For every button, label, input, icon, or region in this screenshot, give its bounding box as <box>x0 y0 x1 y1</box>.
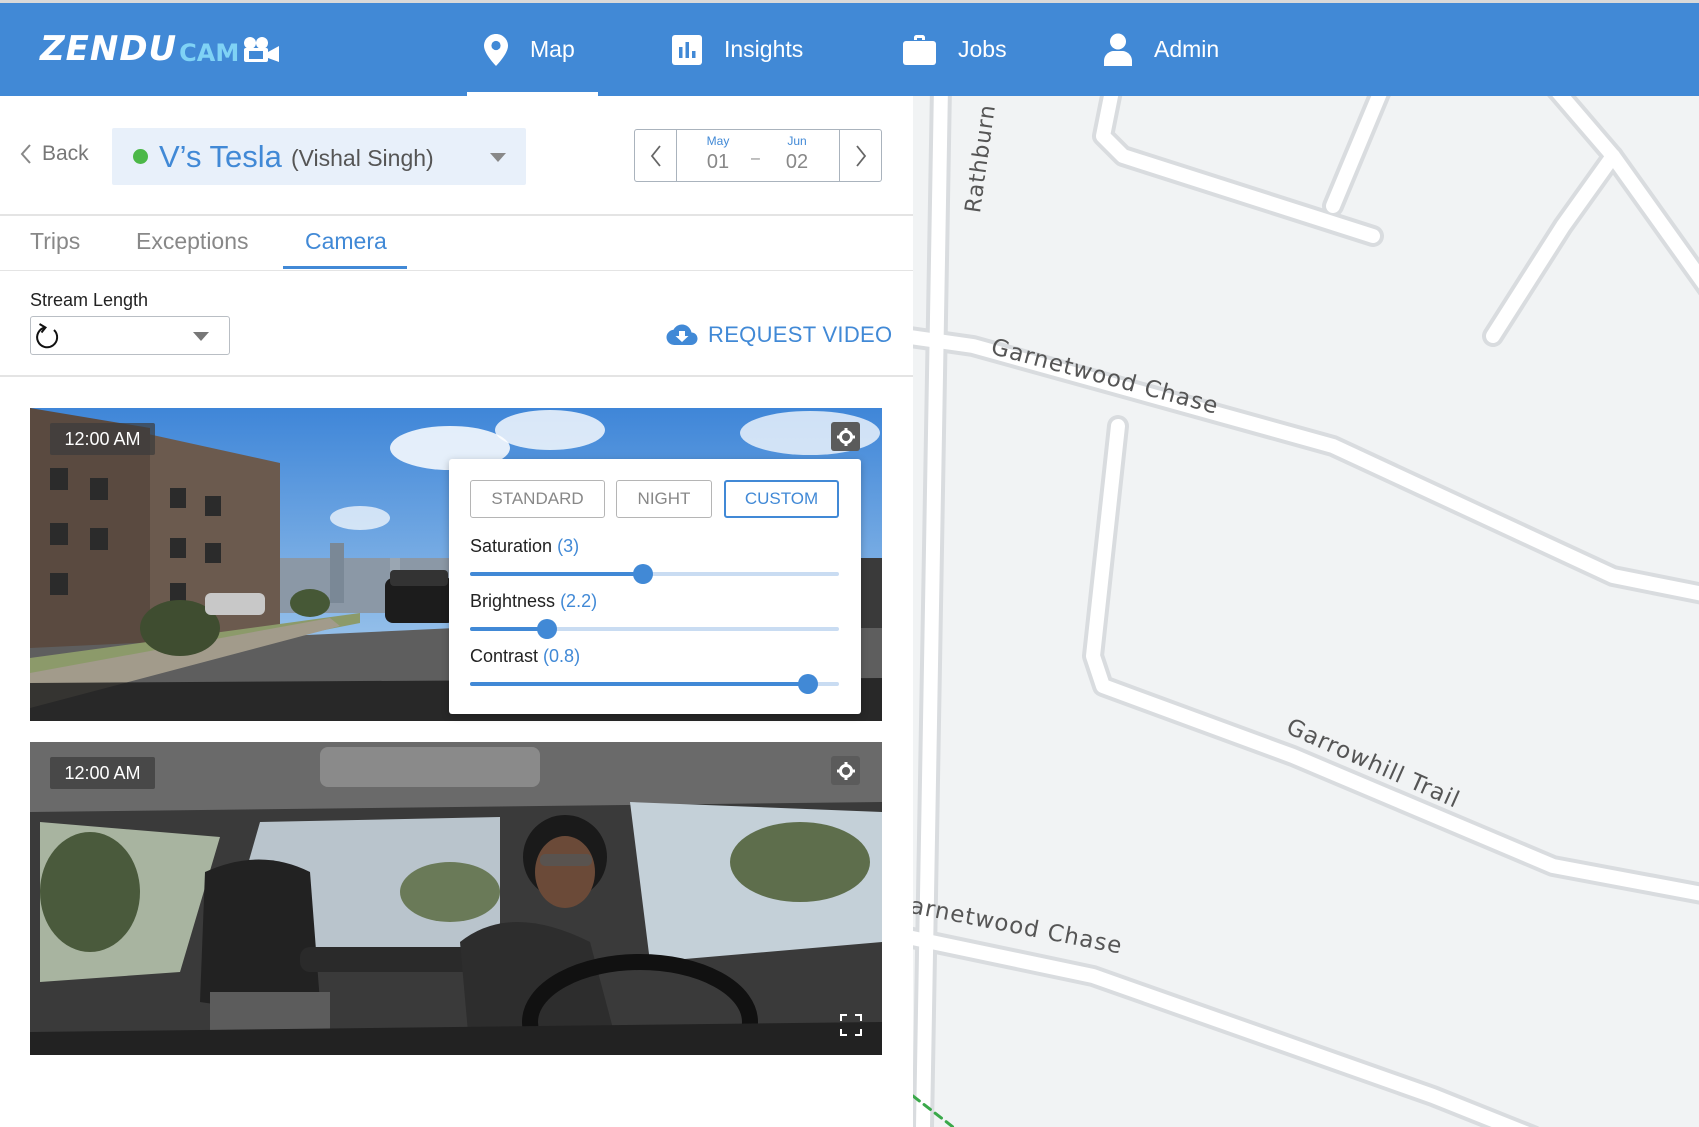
map-view[interactable]: Rathburn Garnetwood Chase Garrowhill Tra… <box>913 96 1699 1127</box>
saturation-label: Saturation (3) <box>470 536 579 557</box>
contrast-slider-handle[interactable] <box>797 674 818 694</box>
camera-settings-button[interactable] <box>831 756 860 785</box>
saturation-label-text: Saturation <box>470 536 553 556</box>
gear-icon <box>836 761 855 780</box>
brightness-slider-handle[interactable] <box>537 619 558 639</box>
start-month: May <box>706 134 730 148</box>
zenducam-logo[interactable]: ZENDU CAM <box>40 29 281 69</box>
video-timestamp: 12:00 AM <box>50 423 155 455</box>
start-day: 01 <box>706 151 730 173</box>
divider <box>0 270 913 271</box>
end-date: Jun 02 <box>772 134 822 174</box>
fullscreen-button[interactable] <box>840 1014 862 1041</box>
divider <box>0 375 913 377</box>
chevron-right-icon <box>855 144 866 167</box>
map-pin-icon <box>484 33 508 66</box>
stream-length-select[interactable] <box>30 316 230 355</box>
saturation-slider-handle[interactable] <box>633 564 654 584</box>
nav-map[interactable]: Map <box>484 3 575 96</box>
contrast-label: Contrast (0.8) <box>470 646 580 667</box>
contrast-value: (0.8) <box>543 646 581 666</box>
camera-settings-button[interactable] <box>831 422 860 451</box>
date-next-button[interactable] <box>839 130 881 181</box>
stream-length-label: Stream Length <box>30 290 149 310</box>
saturation-value: (3) <box>557 536 580 556</box>
nav-insights[interactable]: Insights <box>672 3 803 96</box>
mode-night-button[interactable]: NIGHT <box>616 480 712 518</box>
brightness-slider[interactable] <box>470 619 839 639</box>
top-nav-bar: ZENDU CAM Map Insights Jobs Admin <box>0 0 1699 96</box>
date-range-picker: May 01 – Jun 02 <box>634 129 882 182</box>
date-separator: – <box>751 150 760 167</box>
request-video-label: REQUEST VIDEO <box>708 322 893 347</box>
contrast-slider-fill <box>470 682 808 686</box>
back-button[interactable]: Back <box>20 142 89 166</box>
request-video-button[interactable]: REQUEST VIDEO <box>666 322 892 348</box>
chevron-left-icon <box>650 144 661 167</box>
end-month: Jun <box>787 134 807 148</box>
brightness-value: (2.2) <box>560 591 598 611</box>
tab-bar: Trips Exceptions Camera <box>0 216 913 270</box>
contrast-slider[interactable] <box>470 674 839 694</box>
bar-chart-icon <box>672 34 702 65</box>
vehicle-selector[interactable]: V’s Tesla (Vishal Singh) <box>112 128 526 185</box>
reload-icon <box>36 323 59 349</box>
start-date: May 01 <box>693 134 743 174</box>
cloud-download-icon <box>666 324 698 345</box>
tab-trips[interactable]: Trips <box>30 228 80 255</box>
mode-custom-button[interactable]: CUSTOM <box>724 480 839 518</box>
cabin-camera-image <box>30 742 882 1055</box>
tab-exceptions[interactable]: Exceptions <box>136 228 249 255</box>
fullscreen-icon <box>840 1014 862 1036</box>
map-streets <box>913 96 1699 1127</box>
vehicle-name: V’s Tesla <box>159 138 282 174</box>
vehicle-status-dot <box>133 149 148 164</box>
saturation-slider[interactable] <box>470 564 839 584</box>
cabin-camera-video[interactable]: 12:00 AM <box>30 742 882 1055</box>
gear-icon <box>836 427 855 446</box>
logo-sub-text: CAM <box>179 39 240 67</box>
end-day: 02 <box>785 151 809 173</box>
briefcase-icon <box>903 34 936 65</box>
nav-jobs-label: Jobs <box>958 36 1007 62</box>
back-label: Back <box>42 142 89 165</box>
nav-map-label: Map <box>530 36 575 62</box>
video-camera-icon <box>244 37 280 62</box>
user-icon <box>1104 33 1132 66</box>
nav-admin[interactable]: Admin <box>1104 3 1219 96</box>
saturation-slider-fill <box>470 572 644 576</box>
brightness-label-text: Brightness <box>470 591 556 611</box>
nav-insights-label: Insights <box>724 36 804 62</box>
chevron-left-icon <box>20 144 31 164</box>
nav-jobs[interactable]: Jobs <box>903 3 1007 96</box>
mode-standard-button[interactable]: STANDARD <box>470 480 605 518</box>
camera-settings-popover: STANDARD NIGHT CUSTOM Saturation (3) Bri… <box>449 459 861 714</box>
video-timestamp: 12:00 AM <box>50 757 155 789</box>
caret-down-icon <box>193 332 209 341</box>
logo-text: ZENDU <box>40 29 178 69</box>
brightness-label: Brightness (2.2) <box>470 591 597 612</box>
date-range-display[interactable]: May 01 – Jun 02 <box>677 130 839 181</box>
contrast-label-text: Contrast <box>470 646 539 666</box>
tab-camera[interactable]: Camera <box>305 228 387 255</box>
tab-active-indicator <box>283 266 407 269</box>
date-prev-button[interactable] <box>635 130 677 181</box>
brightness-slider-fill <box>470 627 548 631</box>
caret-down-icon <box>490 153 506 162</box>
nav-admin-label: Admin <box>1154 36 1220 62</box>
driver-name: (Vishal Singh) <box>290 145 434 171</box>
